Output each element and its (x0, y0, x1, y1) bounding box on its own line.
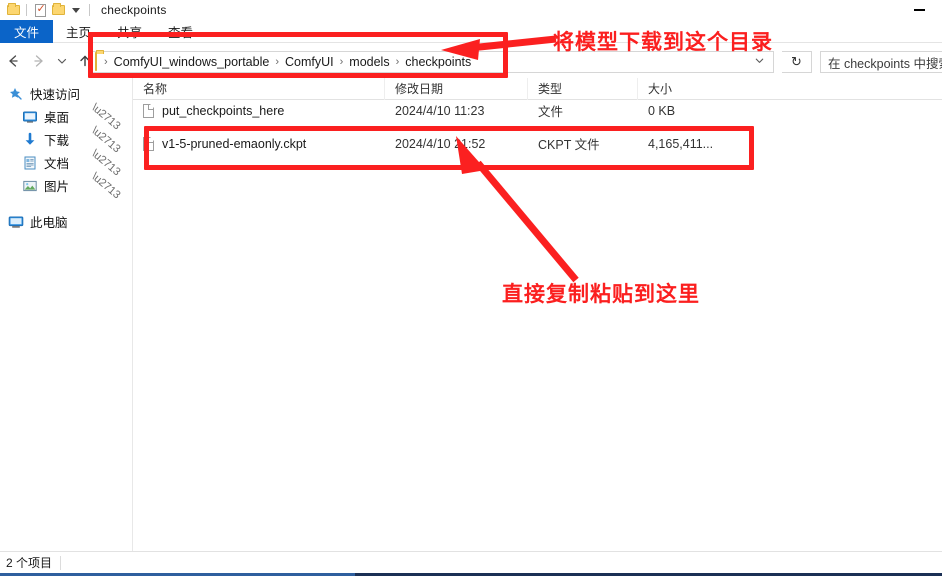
file-explorer-window: checkpoints 文件 主页 共享 查看 › ComfyUI_window… (0, 0, 942, 576)
annotation-arrow-bottom (456, 136, 579, 283)
